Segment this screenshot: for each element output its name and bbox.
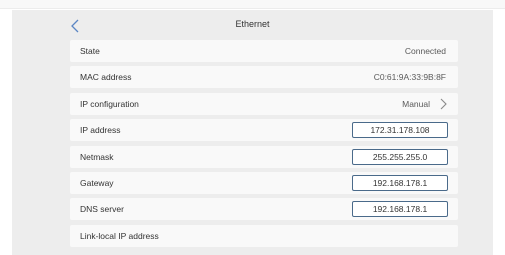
dns-server-input[interactable]	[352, 201, 448, 217]
gateway-input[interactable]	[352, 175, 448, 191]
row-mac-address: MAC address C0:61:9A:33:9B:8F	[70, 66, 458, 88]
gateway-label: Gateway	[80, 178, 114, 188]
row-netmask: Netmask	[70, 146, 458, 168]
header-bar: Ethernet	[12, 10, 493, 40]
netmask-input[interactable]	[352, 149, 448, 165]
mac-address-label: MAC address	[80, 72, 132, 82]
state-label: State	[80, 46, 100, 56]
page-title: Ethernet	[235, 19, 270, 29]
state-value: Connected	[404, 46, 446, 56]
row-state: State Connected	[70, 40, 458, 62]
mac-address-value: C0:61:9A:33:9B:8F	[373, 72, 446, 82]
row-link-local-ip: Link-local IP address	[70, 225, 458, 247]
ip-configuration-value: Manual	[402, 99, 430, 109]
chevron-right-icon	[440, 98, 447, 110]
row-ip-configuration[interactable]: IP configuration Manual	[70, 93, 458, 115]
settings-panel: Ethernet State Connected MAC address C0:…	[12, 10, 493, 255]
link-local-ip-label: Link-local IP address	[80, 231, 159, 241]
row-gateway: Gateway	[70, 172, 458, 194]
ip-address-label: IP address	[80, 125, 121, 135]
top-strip	[0, 0, 505, 9]
row-dns-server: DNS server	[70, 198, 458, 220]
ip-address-input[interactable]	[352, 122, 448, 138]
dns-server-label: DNS server	[80, 204, 124, 214]
netmask-label: Netmask	[80, 152, 114, 162]
row-ip-address: IP address	[70, 119, 458, 141]
ip-configuration-label: IP configuration	[80, 99, 139, 109]
